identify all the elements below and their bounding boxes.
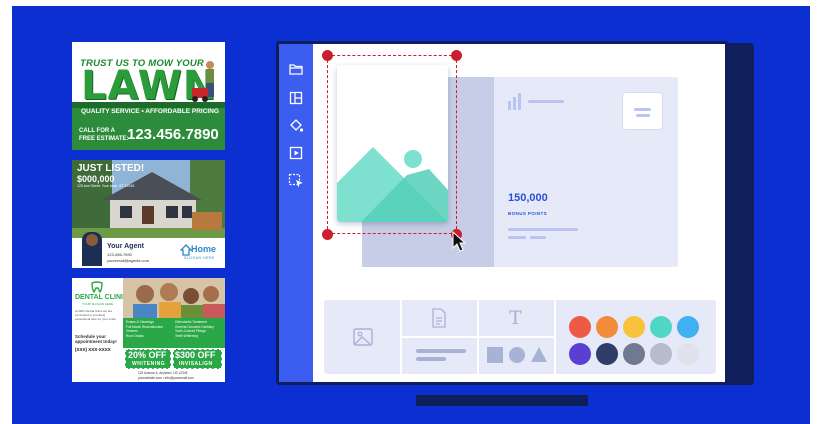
color-swatch[interactable] [650,343,672,365]
flyer-lawn[interactable]: TRUST US TO MOW YOUR LAWN QUALITY SERVIC… [72,42,225,150]
flyer-real-estate[interactable]: JUST LISTED! $000,000 123 Ave Street, Yo… [72,160,225,268]
folder-icon[interactable] [289,63,303,75]
coupon-invisalign-label: INVISALIGN [179,361,213,367]
dental-title: DENTAL CLINIC [75,294,129,301]
editor-window: 150,000 BONUS POINTS T [276,41,728,385]
brand-name: Home [191,244,217,254]
color-swatch[interactable] [677,343,699,365]
play-icon[interactable] [289,146,303,160]
service-item: Teeth Whitening [175,333,198,338]
color-palette [564,310,706,366]
dental-intro: At ABC Dental Clinic we are committed to… [75,309,117,321]
listing-address: 123 Ave Street, Your town, ST 12345 [77,184,135,188]
image-tool-icon[interactable] [353,328,373,346]
dental-email: info@youremail.com [164,376,194,380]
dental-subtitle: YOUR SLOGAN HERE [82,302,114,306]
select-tool-icon[interactable] [288,173,304,189]
paint-bucket-icon[interactable] [288,118,304,134]
card-badge-line-2 [636,114,650,117]
text-style-line-1[interactable] [416,349,466,353]
agent-phone: 123-456-7890 [107,252,132,257]
lawn-phone: 123.456.7890 [127,126,219,143]
lawn-cta-line1: CALL FOR A [79,128,115,134]
resize-handle-top-right[interactable] [451,50,462,61]
card-text-line-3 [530,236,546,239]
flyer-dental[interactable]: DENTAL CLINIC YOUR SLOGAN HERE At ABC De… [72,278,225,382]
services-left: Exams & Cleanings Full Mouth Reconstruct… [126,320,163,338]
coupon-invisalign-value: $300 OFF [175,350,216,360]
color-swatch[interactable] [596,343,618,365]
card-text-line-1 [508,228,578,231]
resize-handle-bottom-left[interactable] [322,229,333,240]
listing-price: $000,000 [77,174,115,184]
lawn-tagline: QUALITY SERVICE • AFFORDABLE PRICING [81,108,219,115]
monitor-stand [416,395,588,406]
tray-divider-3 [554,300,556,374]
color-swatch[interactable] [596,316,618,338]
text-style-line-2[interactable] [416,357,446,361]
agent-avatar-head [86,234,98,246]
coupon-whitening-label: WHITENING [132,361,166,367]
service-item: Root Canals [126,333,144,338]
stat-value: 150,000 [508,192,548,204]
lawn-cta-line2: FREE ESTIMATE: [79,136,129,142]
shape-square[interactable] [487,347,503,363]
dental-schedule: Schedule your appointment today! [75,334,117,344]
resize-handle-top-left[interactable] [322,50,333,61]
mini-bar-chart-icon [508,93,564,110]
agent-email: youremail@agents.com [107,258,150,263]
color-swatch[interactable] [623,316,645,338]
coupon-whitening-value: 20% OFF [128,350,167,360]
card-text-line-2 [508,236,526,239]
mower-person-illustration [192,61,214,102]
services-right: Orthodontic Treatment General Cosmetic D… [175,320,214,338]
color-swatch[interactable] [623,343,645,365]
color-swatch[interactable] [569,343,591,365]
dental-phone: (XXX) XXX-XXXX [75,347,111,352]
family-photo [123,278,225,318]
text-tool-icon[interactable]: T [509,307,522,329]
shape-triangle[interactable] [530,346,548,363]
layout-icon[interactable] [289,91,303,105]
card-badge-line-1 [634,108,651,111]
brand-slogan: SLOGAN HERE [184,256,215,260]
tooth-logo-icon [91,281,103,293]
document-tool-icon[interactable] [431,308,447,328]
card-badge[interactable] [623,93,662,129]
dental-contacts: yourwebsite.com • info@youremail.com [138,376,194,380]
agent-title: Your Agent [107,243,144,250]
tray-divider-h [402,336,554,338]
color-swatch[interactable] [677,316,699,338]
mouse-cursor-icon [452,231,467,252]
color-swatch[interactable] [650,316,672,338]
selection-box[interactable] [327,55,457,234]
dental-website: yourwebsite.com [138,376,162,380]
color-swatch[interactable] [569,316,591,338]
dental-address: 123 Avenue A, Anytown, US 12345 [138,371,188,375]
stat-label: BONUS POINTS [508,211,548,216]
listing-headline: JUST LISTED! [77,163,145,174]
shape-circle[interactable] [509,347,525,363]
